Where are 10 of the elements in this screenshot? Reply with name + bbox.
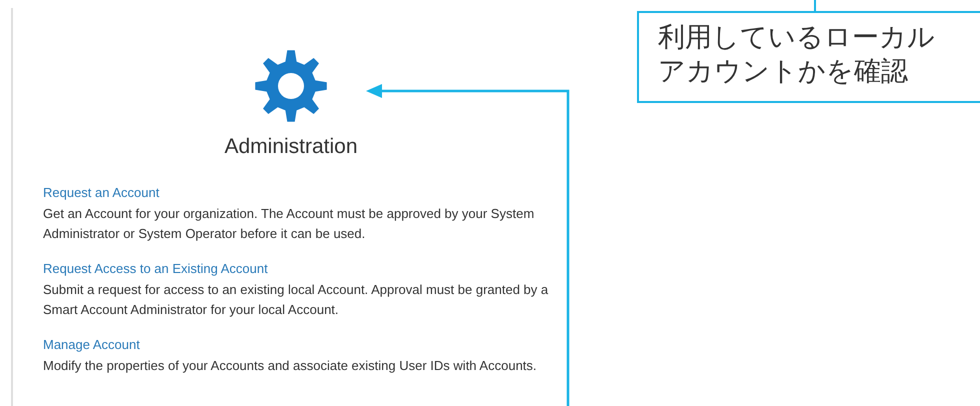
section-description: Modify the properties of your Accounts and associate existing User IDs with Accounts. <box>43 357 538 375</box>
section-link[interactable]: Manage Account <box>43 335 140 354</box>
panel-title: Administration <box>224 135 358 159</box>
gear-icon <box>254 49 328 123</box>
section-link[interactable]: Request an Account <box>43 183 160 202</box>
section-description: Submit a request for access to an existing local Account. Approval must be granted by a Smart Account Administrator for your local Account. <box>43 281 550 319</box>
callout-text: アカウントかを確認 <box>658 55 909 89</box>
section-description: Get an Account for your organization. The Account must be approved by your System Administrator or System Operator before it can be used. <box>43 205 536 243</box>
callout-text: 利用しているローカル <box>658 21 936 55</box>
section-link[interactable]: Request Access to an Existing Account <box>43 259 268 278</box>
